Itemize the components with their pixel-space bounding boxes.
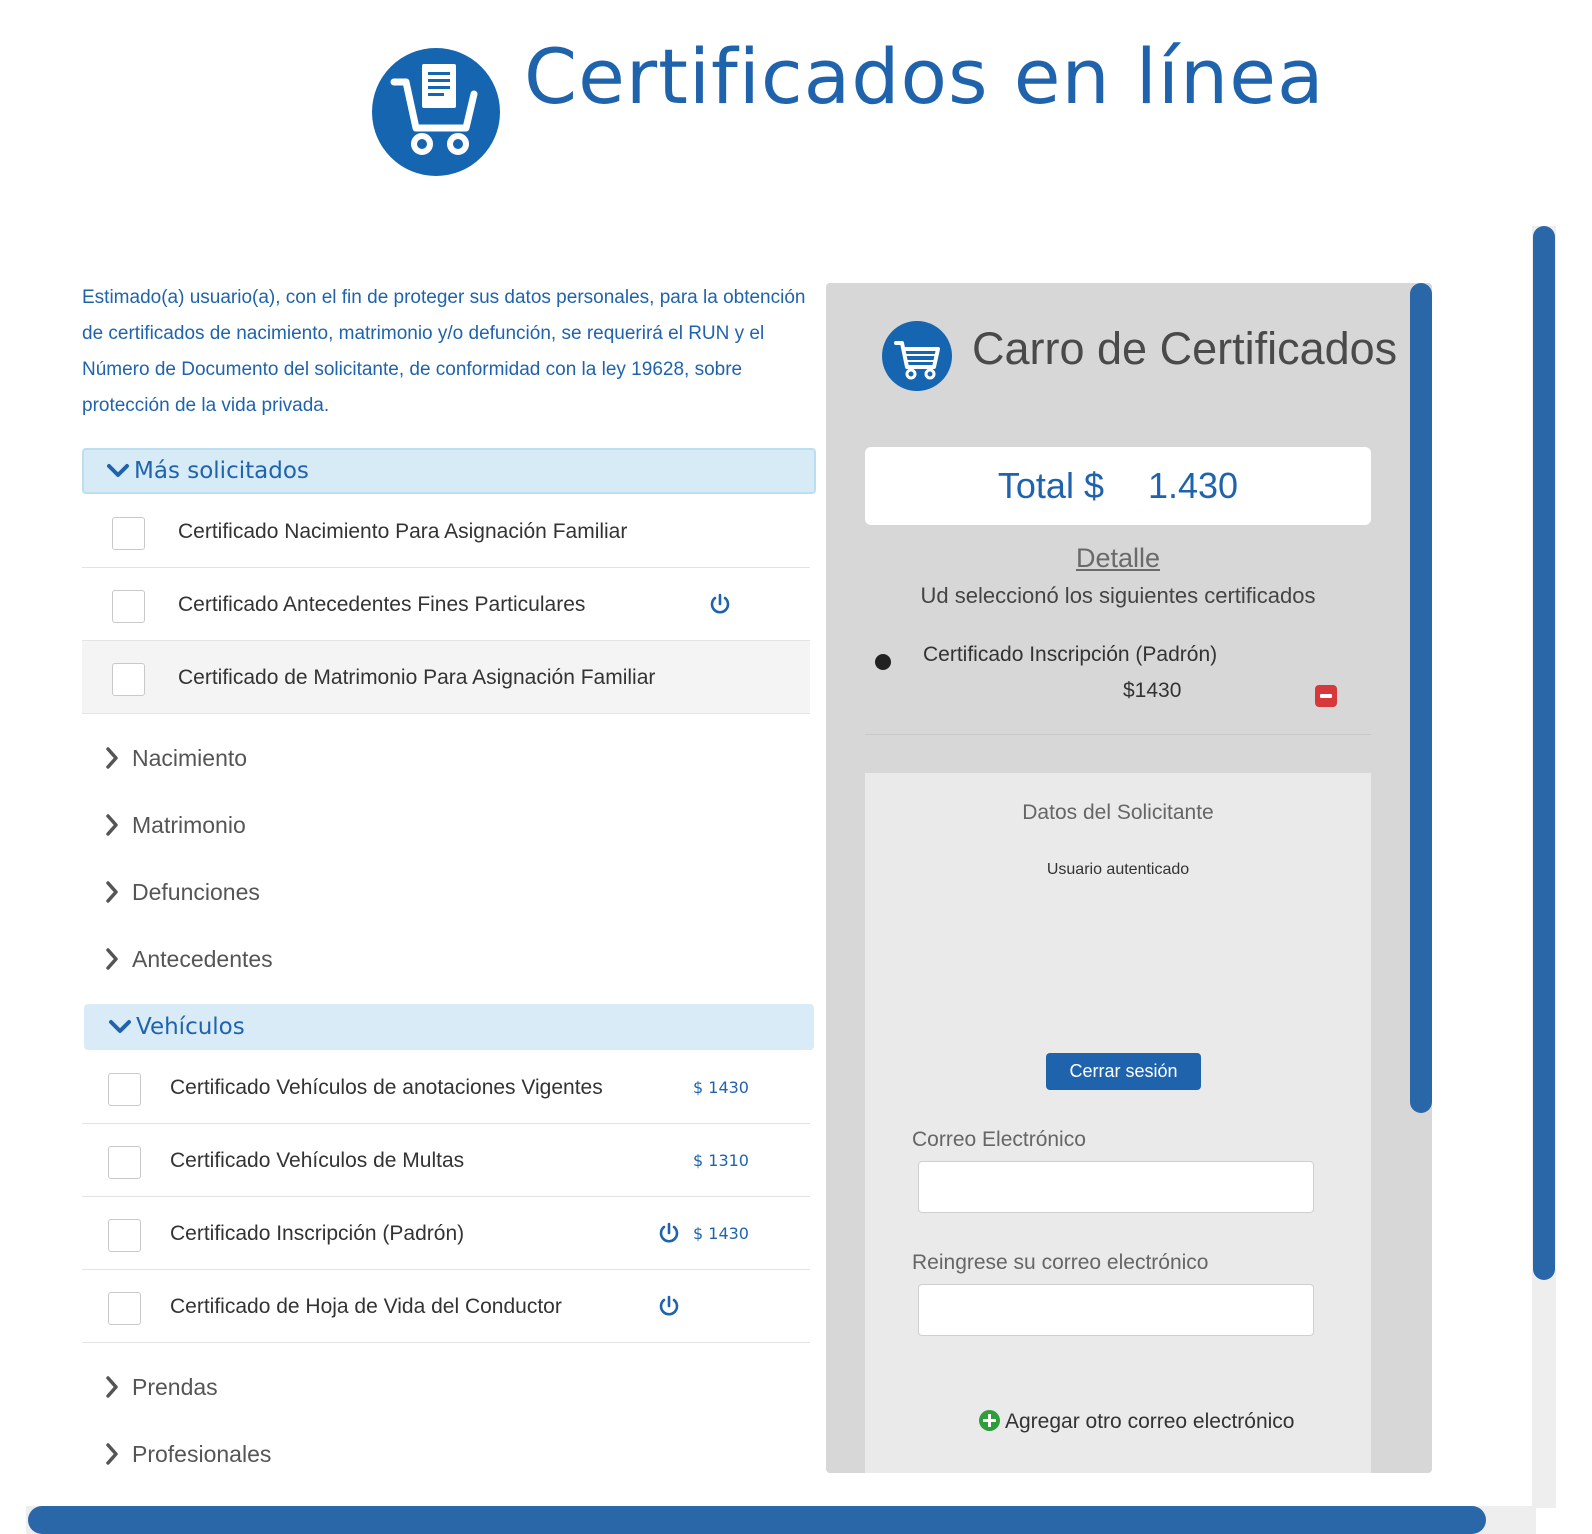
- chevron-right-icon: [104, 880, 120, 904]
- add-email-label: Agregar otro correo electrónico: [1005, 1410, 1294, 1433]
- list-item: Certificado Nacimiento Para Asignación F…: [82, 495, 810, 568]
- checkbox[interactable]: [112, 590, 145, 623]
- category-label: Antecedentes: [132, 946, 273, 972]
- category-label: Matrimonio: [132, 812, 246, 838]
- category-label: Nacimiento: [132, 745, 247, 771]
- item-label: Certificado Antecedentes Fines Particula…: [178, 568, 585, 641]
- applicant-data: Datos del Solicitante Usuario autenticad…: [865, 773, 1371, 1473]
- power-icon: [709, 593, 731, 615]
- plus-circle-icon: [979, 1410, 1000, 1431]
- add-email-link[interactable]: Agregar otro correo electrónico: [979, 1410, 1294, 1434]
- page-title: Certificados en línea: [524, 32, 1325, 121]
- chevron-right-icon: [104, 1375, 120, 1399]
- category-profesionales[interactable]: Profesionales: [100, 1434, 271, 1474]
- email-confirm-field[interactable]: [918, 1284, 1314, 1336]
- cart-total: Total $ 1.430: [865, 447, 1371, 525]
- chevron-right-icon: [104, 1442, 120, 1466]
- list-item: Certificado de Hoja de Vida del Conducto…: [82, 1270, 810, 1343]
- checkbox[interactable]: [108, 1219, 141, 1252]
- chevron-down-icon: [106, 452, 130, 492]
- checkbox[interactable]: [108, 1292, 141, 1325]
- cart-item-name: Certificado Inscripción (Padrón): [923, 643, 1217, 667]
- email-confirm-label: Reingrese su correo electrónico: [912, 1251, 1208, 1275]
- category-label: Prendas: [132, 1374, 218, 1400]
- detail-subtitle: Ud seleccionó los siguientes certificado…: [865, 583, 1371, 609]
- remove-item-icon[interactable]: [1315, 685, 1337, 707]
- item-label: Certificado de Matrimonio Para Asignació…: [178, 641, 655, 714]
- cart-item: Certificado Inscripción (Padrón) $1430: [865, 635, 1371, 735]
- chevron-down-icon: [108, 1008, 132, 1048]
- logout-button[interactable]: Cerrar sesión: [1046, 1053, 1201, 1090]
- checkbox[interactable]: [112, 517, 145, 550]
- horizontal-scrollbar[interactable]: [28, 1506, 1486, 1534]
- checkbox[interactable]: [108, 1146, 141, 1179]
- category-prendas[interactable]: Prendas: [100, 1367, 218, 1407]
- cart-panel: Carro de Certificados Total $ 1.430 Detal…: [826, 283, 1432, 1473]
- item-label: Certificado de Hoja de Vida del Conducto…: [170, 1270, 562, 1343]
- item-price: $ 1310: [693, 1124, 749, 1197]
- cart-icon: [882, 321, 952, 391]
- item-label: Certificado Vehículos de anotaciones Vig…: [170, 1051, 603, 1124]
- list-item: Certificado Vehículos de anotaciones Vig…: [82, 1051, 810, 1124]
- section-mas-solicitados[interactable]: Más solicitados: [82, 448, 816, 494]
- checkbox[interactable]: [108, 1073, 141, 1106]
- power-icon: [658, 1295, 680, 1317]
- list-item: Certificado Vehículos de Multas $ 1310: [82, 1124, 810, 1197]
- list-item: Certificado Antecedentes Fines Particula…: [82, 568, 810, 641]
- category-label: Profesionales: [132, 1441, 271, 1467]
- total-value: 1.430: [1148, 465, 1238, 506]
- header-cart-logo-icon: [372, 48, 500, 176]
- chevron-right-icon: [104, 746, 120, 770]
- category-nacimiento[interactable]: Nacimiento: [100, 738, 247, 778]
- list-item: Certificado Inscripción (Padrón) $ 1430: [82, 1197, 810, 1270]
- email-label: Correo Electrónico: [912, 1128, 1086, 1152]
- email-field[interactable]: [918, 1161, 1314, 1213]
- category-antecedentes[interactable]: Antecedentes: [100, 939, 273, 979]
- chevron-right-icon: [104, 813, 120, 837]
- privacy-notice: Estimado(a) usuario(a), con el fin de pr…: [82, 280, 812, 424]
- item-price: $ 1430: [693, 1197, 749, 1270]
- cart-scrollbar[interactable]: [1410, 283, 1432, 1113]
- item-label: Certificado Vehículos de Multas: [170, 1124, 464, 1197]
- auth-status: Usuario autenticado: [865, 861, 1371, 879]
- bullet-icon: [875, 654, 891, 670]
- section-label: Más solicitados: [134, 458, 309, 484]
- cart-title: Carro de Certificados: [972, 323, 1397, 375]
- cart-item-price: $1430: [1123, 679, 1181, 703]
- applicant-title: Datos del Solicitante: [865, 801, 1371, 825]
- category-label: Defunciones: [132, 879, 260, 905]
- item-label: Certificado Nacimiento Para Asignación F…: [178, 495, 627, 568]
- item-price: $ 1430: [693, 1051, 749, 1124]
- checkbox[interactable]: [112, 663, 145, 696]
- total-label: Total $: [998, 465, 1104, 506]
- chevron-right-icon: [104, 947, 120, 971]
- section-label: Vehículos: [136, 1014, 245, 1040]
- list-item: Certificado de Matrimonio Para Asignació…: [82, 641, 810, 714]
- detail-title[interactable]: Detalle: [865, 543, 1371, 574]
- category-defunciones[interactable]: Defunciones: [100, 872, 260, 912]
- page-scrollbar[interactable]: [1533, 226, 1555, 1280]
- category-matrimonio[interactable]: Matrimonio: [100, 805, 246, 845]
- section-vehiculos[interactable]: Vehículos: [84, 1004, 814, 1050]
- item-label: Certificado Inscripción (Padrón): [170, 1197, 464, 1270]
- power-icon: [658, 1222, 680, 1244]
